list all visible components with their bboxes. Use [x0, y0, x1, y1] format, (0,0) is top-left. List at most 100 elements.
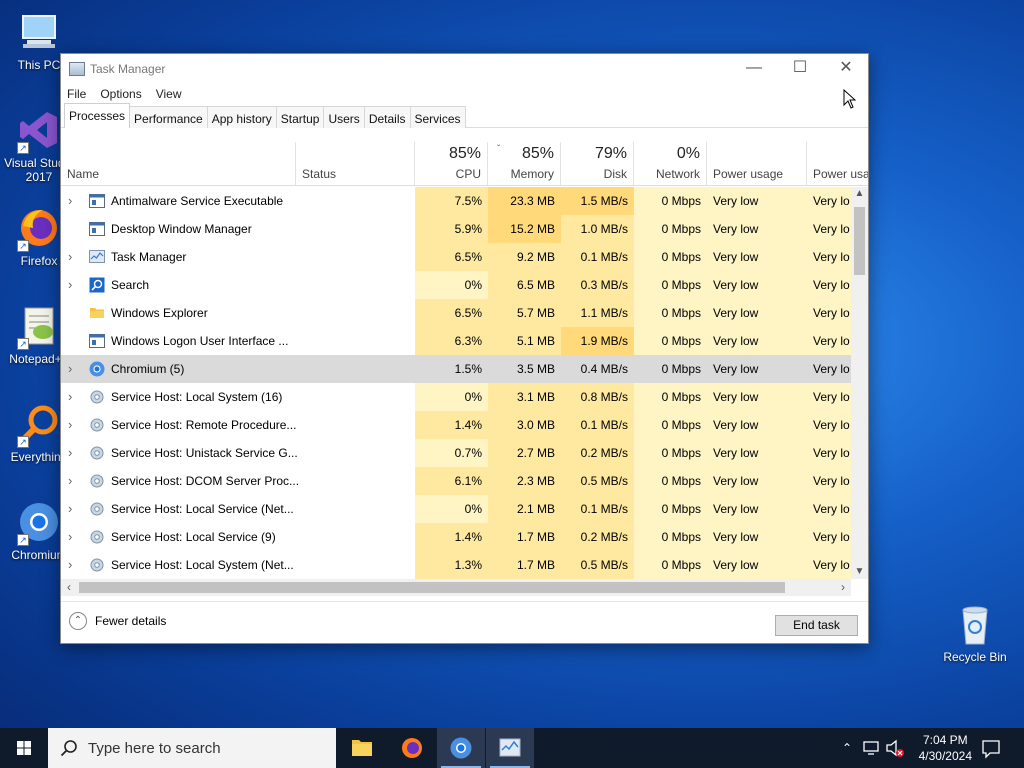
- disk-cell: 1.0 MB/s: [561, 215, 634, 243]
- shortcut-arrow-icon: ↗: [17, 534, 29, 546]
- table-row[interactable]: › Service Host: Unistack Service G... 0.7%…: [61, 439, 851, 467]
- expand-chevron-icon[interactable]: ›: [68, 355, 78, 383]
- cpu-cell: 1.3%: [415, 551, 488, 579]
- table-row[interactable]: › Service Host: Remote Procedure... 1.4% 3.…: [61, 411, 851, 439]
- computer-icon: [17, 10, 61, 54]
- table-row[interactable]: › Chromium (5) 1.5% 3.5 MB 0.4 MB/s 0 Mbps Ver…: [61, 355, 851, 383]
- power-usage-trend-cell: Very lo: [807, 243, 851, 271]
- net-cell: 0 Mbps: [634, 271, 707, 299]
- title-bar[interactable]: Task Manager — ☐ ✕: [61, 54, 868, 84]
- end-task-button[interactable]: End task: [775, 615, 858, 636]
- process-name: Service Host: Local Service (9): [111, 530, 276, 544]
- tab-strip: Processes Performance App history Startu…: [61, 103, 868, 128]
- tab-users[interactable]: Users: [323, 106, 365, 128]
- disk-cell: 1.9 MB/s: [561, 327, 634, 355]
- expand-chevron-icon[interactable]: ›: [68, 271, 78, 299]
- column-header-name[interactable]: Name: [61, 142, 296, 185]
- clock-time: 7:04 PM: [922, 733, 968, 747]
- expand-chevron-icon[interactable]: ›: [68, 467, 78, 495]
- horizontal-scrollbar[interactable]: ‹ ›: [61, 579, 851, 596]
- table-row[interactable]: › Task Manager 6.5% 9.2 MB 0.1 MB/s 0 Mbps Ver…: [61, 243, 851, 271]
- fewer-details-button[interactable]: ⌃ Fewer details: [69, 612, 166, 630]
- table-row[interactable]: Windows Explorer 6.5% 5.7 MB 1.1 MB/s 0 Mbps…: [61, 299, 851, 327]
- volume-muted-icon[interactable]: [884, 728, 906, 768]
- tab-app-history[interactable]: App history: [206, 106, 277, 128]
- menu-options[interactable]: Options: [100, 87, 141, 101]
- table-row[interactable]: › Service Host: Local System (16) 0% 3.1 MB…: [61, 383, 851, 411]
- mem-cell: 2.1 MB: [488, 495, 561, 523]
- expand-chevron-icon[interactable]: ›: [68, 523, 78, 551]
- horizontal-scroll-thumb[interactable]: [79, 582, 785, 593]
- close-button[interactable]: ✕: [823, 54, 869, 84]
- column-header-status[interactable]: Status: [296, 142, 415, 185]
- process-chromium-icon: [89, 361, 105, 377]
- show-hidden-icons-button[interactable]: ⌃: [838, 728, 856, 768]
- column-header-network[interactable]: 0% Network: [634, 142, 707, 185]
- table-row[interactable]: › Service Host: Local System (Net... 1.3% 1…: [61, 551, 851, 579]
- menu-view[interactable]: View: [156, 87, 182, 101]
- taskbar-chromium[interactable]: [437, 728, 485, 768]
- status-cell: [296, 523, 415, 551]
- column-header-power-usage[interactable]: Power usage: [707, 142, 807, 185]
- column-header-power-usage-trend[interactable]: Power usa: [807, 142, 868, 185]
- tab-performance[interactable]: Performance: [129, 106, 208, 128]
- fewer-details-label: Fewer details: [95, 614, 167, 628]
- vertical-scroll-thumb[interactable]: [854, 207, 865, 275]
- footer-bar: ⌃ Fewer details End task: [61, 601, 868, 643]
- process-name: Chromium (5): [111, 362, 185, 376]
- expand-chevron-icon[interactable]: ›: [68, 411, 78, 439]
- minimize-button[interactable]: —: [731, 54, 777, 84]
- column-header-memory[interactable]: ˇ 85% Memory: [488, 142, 561, 185]
- taskbar-firefox[interactable]: [388, 728, 436, 768]
- tab-details[interactable]: Details: [363, 106, 411, 128]
- action-center-button[interactable]: [976, 728, 1006, 768]
- table-row[interactable]: › Service Host: Local Service (Net... 0% 2.…: [61, 495, 851, 523]
- column-header-cpu[interactable]: 85% CPU: [415, 142, 488, 185]
- tab-startup[interactable]: Startup: [275, 106, 325, 128]
- desktop-icon-recycle-bin[interactable]: Recycle Bin: [938, 602, 1012, 664]
- taskbar-file-explorer[interactable]: [338, 728, 386, 768]
- scroll-up-icon[interactable]: ▲: [851, 187, 868, 201]
- scroll-left-icon[interactable]: ‹: [61, 579, 77, 596]
- expand-chevron-icon[interactable]: ›: [68, 439, 78, 467]
- tab-services[interactable]: Services: [409, 106, 466, 128]
- start-button[interactable]: [0, 728, 48, 768]
- system-clock[interactable]: 7:04 PM 4/30/2024: [919, 732, 972, 764]
- network-icon[interactable]: [860, 728, 882, 768]
- table-row[interactable]: Desktop Window Manager 5.9% 15.2 MB 1.0 MB/…: [61, 215, 851, 243]
- power-usage-cell: Very low: [707, 551, 807, 579]
- net-cell: 0 Mbps: [634, 467, 707, 495]
- column-header-disk[interactable]: 79% Disk: [561, 142, 634, 185]
- table-row[interactable]: › Service Host: Local Service (9) 1.4% 1.7 …: [61, 523, 851, 551]
- disk-cell: 0.1 MB/s: [561, 411, 634, 439]
- disk-cell: 1.5 MB/s: [561, 187, 634, 215]
- expand-chevron-icon[interactable]: ›: [68, 495, 78, 523]
- taskbar-search-box[interactable]: Type here to search: [48, 728, 336, 768]
- expand-chevron-icon[interactable]: ›: [68, 551, 78, 579]
- table-row[interactable]: › Antimalware Service Executable 7.5% 23.3 …: [61, 187, 851, 215]
- expand-chevron-icon[interactable]: ›: [68, 383, 78, 411]
- net-cell: 0 Mbps: [634, 439, 707, 467]
- scroll-right-icon[interactable]: ›: [835, 579, 851, 596]
- power-usage-trend-cell: Very lo: [807, 327, 851, 355]
- table-row[interactable]: › Search 0% 6.5 MB 0.3 MB/s 0 Mbps Very low Ver…: [61, 271, 851, 299]
- expand-chevron-icon[interactable]: ›: [68, 243, 78, 271]
- table-row[interactable]: › Service Host: DCOM Server Proc... 6.1% 2.…: [61, 467, 851, 495]
- vertical-scrollbar[interactable]: ▲ ▼: [851, 187, 868, 579]
- everything-search-icon: ↗: [17, 402, 61, 448]
- power-usage-trend-cell: Very lo: [807, 383, 851, 411]
- cpu-cell: 1.4%: [415, 411, 488, 439]
- taskbar-task-manager[interactable]: [486, 728, 534, 768]
- clock-date: 4/30/2024: [918, 749, 972, 763]
- menu-file[interactable]: File: [67, 87, 86, 101]
- process-name: Service Host: DCOM Server Proc...: [111, 474, 300, 488]
- shortcut-arrow-icon: ↗: [17, 436, 29, 448]
- expand-chevron-icon[interactable]: ›: [68, 187, 78, 215]
- scroll-down-icon[interactable]: ▼: [851, 565, 868, 579]
- power-usage-trend-cell: Very lo: [807, 495, 851, 523]
- mem-cell: 3.0 MB: [488, 411, 561, 439]
- maximize-button[interactable]: ☐: [777, 54, 823, 84]
- table-row[interactable]: Windows Logon User Interface ... 6.3% 5.1 …: [61, 327, 851, 355]
- tab-processes[interactable]: Processes: [64, 103, 131, 128]
- disk-cell: 0.5 MB/s: [561, 551, 634, 579]
